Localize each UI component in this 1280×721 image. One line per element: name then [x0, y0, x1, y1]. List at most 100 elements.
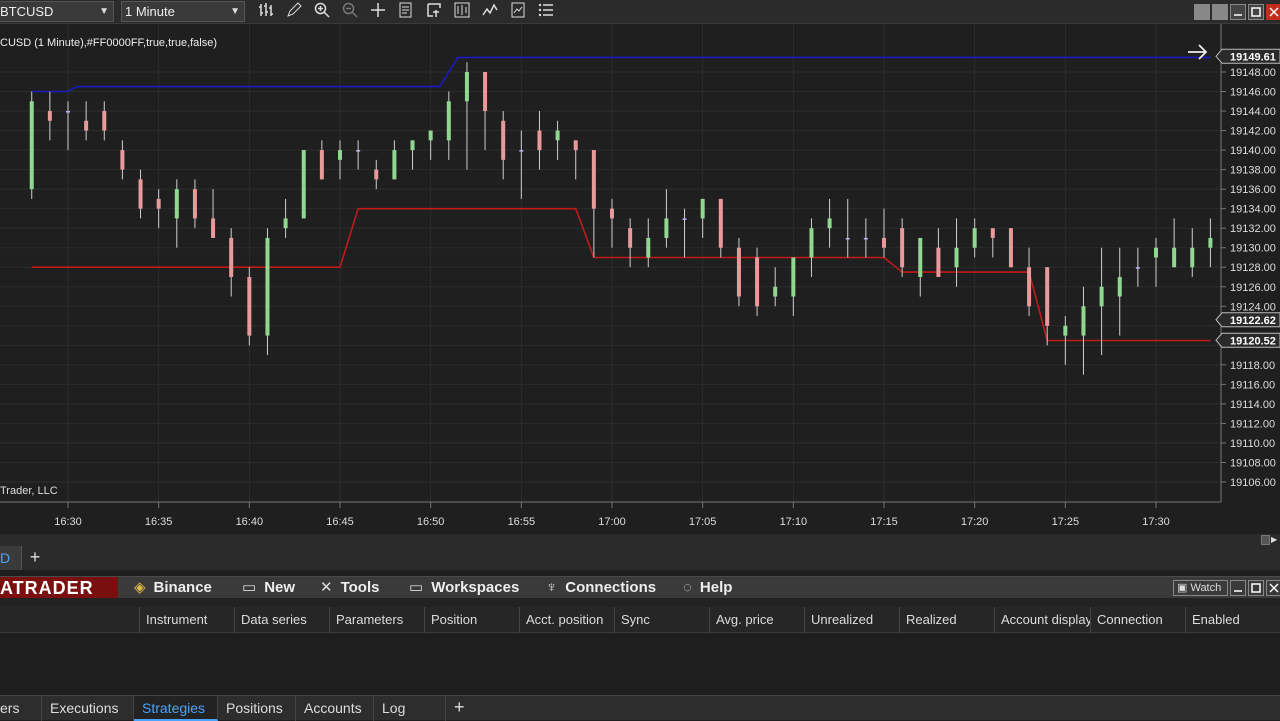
tile-window-icon[interactable] [1194, 4, 1210, 20]
instrument-selector[interactable]: BTCUSD ▼ [0, 1, 114, 22]
price-tick-label: 19136.00 [1230, 184, 1276, 196]
cc-minimize-icon[interactable] [1230, 580, 1246, 596]
col-position[interactable]: Position [424, 607, 519, 633]
copyright-label: Trader, LLC [0, 485, 58, 497]
candle-body [809, 228, 814, 258]
zoom-in-icon[interactable] [311, 2, 333, 22]
scroll-right-icon[interactable]: ▶ [1271, 535, 1279, 545]
candle-body [301, 150, 306, 219]
chart-canvas[interactable]: 19148.00 19146.00 19144.00 19142.00 19140.00… [0, 24, 1280, 536]
crosshair-icon[interactable] [367, 2, 389, 22]
menu-connections-label: Connections [565, 579, 657, 596]
time-axis: 16:30 16:35 16:40 16:45 16:50 16:55 17:00 17:05… [54, 502, 1170, 528]
close-icon[interactable] [1266, 4, 1280, 20]
candle-body [700, 198, 705, 219]
menu-workspaces[interactable]: ▭ Workspaces [409, 577, 519, 599]
add-tab-button[interactable]: + [446, 696, 474, 721]
tab-accounts[interactable]: Accounts [296, 696, 374, 721]
price-tick-label: 19132.00 [1230, 223, 1276, 235]
menu-new[interactable]: ▭ New [242, 577, 295, 599]
col-instrument[interactable]: Instrument [139, 607, 234, 633]
strategies-icon[interactable] [479, 2, 501, 22]
tab-executions[interactable]: Executions [42, 696, 134, 721]
col-parameters[interactable]: Parameters [329, 607, 424, 633]
price-tag-label: 19122.62 [1230, 315, 1276, 327]
candle-body [446, 101, 451, 141]
interval-selector[interactable]: 1 Minute ▼ [121, 1, 245, 22]
price-tick-label: 19112.00 [1230, 418, 1275, 430]
candle-body [265, 237, 270, 336]
candle-body [972, 228, 977, 248]
col-connection[interactable]: Connection [1090, 607, 1185, 633]
indicators-icon[interactable] [451, 2, 473, 22]
candle-body [555, 130, 560, 141]
candle-body [519, 150, 524, 152]
candle-body [66, 111, 70, 113]
cc-maximize-icon[interactable] [1248, 580, 1264, 596]
pencil-icon[interactable] [283, 2, 305, 22]
col-data-series[interactable]: Data series [234, 607, 329, 633]
bar-type-icon[interactable] [255, 2, 277, 22]
time-tick-label: 17:15 [870, 516, 898, 528]
menu-binance-label: Binance [153, 579, 212, 596]
col-realized[interactable]: Realized [899, 607, 994, 633]
candle [736, 237, 741, 307]
tab-log[interactable]: Log [374, 696, 446, 721]
tab-positions[interactable]: Positions [218, 696, 296, 721]
candle-body [47, 111, 52, 121]
candle-body [610, 208, 614, 219]
zoom-out-icon[interactable] [339, 2, 361, 22]
price-tick-label: 19110.00 [1230, 438, 1275, 450]
menu-tools-label: Tools [340, 579, 380, 596]
candle-body [283, 218, 288, 229]
watch-label: Watch [1190, 582, 1222, 594]
time-tick-label: 17:20 [961, 516, 989, 528]
candle-body [990, 228, 995, 238]
indicator-label: CUSD (1 Minute),#FF0000FF,true,true,fals… [0, 37, 217, 49]
chart-tab-bar: D + [0, 546, 1280, 570]
strategies-grid-body[interactable] [0, 633, 1280, 695]
candle-body [863, 237, 868, 240]
chevron-down-icon: ▼ [230, 6, 240, 17]
cc-close-icon[interactable] [1266, 580, 1280, 596]
candle-body [229, 237, 234, 277]
col-account-display[interactable]: Account display [994, 607, 1090, 633]
menu-help[interactable]: ◌ Help [683, 577, 732, 599]
properties-icon[interactable] [423, 2, 445, 22]
candle-body [247, 277, 252, 336]
price-tag-label: 19149.61 [1230, 51, 1276, 63]
chart-scrollbar[interactable]: ▶ [0, 534, 1280, 546]
tab-chart[interactable]: D [0, 546, 22, 570]
time-tick-label: 16:30 [54, 516, 82, 528]
price-tag-label: 19120.52 [1230, 335, 1276, 347]
minimize-icon[interactable] [1230, 4, 1246, 20]
chart-trader-icon[interactable] [507, 2, 529, 22]
menu-connections[interactable]: ♆ Connections [546, 577, 656, 599]
price-chart[interactable]: 19148.00 19146.00 19144.00 19142.00 19140.00… [0, 24, 1280, 536]
col-sync[interactable]: Sync [614, 607, 709, 633]
candle-body [827, 218, 832, 229]
list-icon[interactable] [535, 2, 557, 22]
add-tab-button[interactable]: + [24, 546, 46, 570]
price-tick-label: 19146.00 [1230, 87, 1276, 99]
candle-body [392, 150, 397, 180]
candle-body [102, 111, 107, 131]
data-box-icon[interactable] [395, 2, 417, 22]
menu-tools[interactable]: ✕ Tools [320, 577, 379, 599]
col-avg-price[interactable]: Avg. price [709, 607, 804, 633]
time-tick-label: 16:45 [326, 516, 354, 528]
maximize-icon[interactable] [1248, 4, 1264, 20]
price-tick-label: 19142.00 [1230, 126, 1276, 138]
float-window-icon[interactable] [1212, 4, 1228, 20]
col-enabled[interactable]: Enabled [1185, 607, 1280, 633]
watch-button[interactable]: ▣ Watch [1173, 580, 1228, 596]
tab-strategies[interactable]: Strategies [134, 696, 218, 721]
col-unrealized[interactable]: Unrealized [804, 607, 899, 633]
col-acct-position[interactable]: Acct. position ▼ [519, 607, 614, 652]
tab-orders[interactable]: ers [0, 696, 42, 721]
candle-body [29, 101, 34, 190]
candle-body [156, 198, 161, 209]
candle-body [410, 140, 415, 151]
scrollbar-thumb[interactable] [1261, 535, 1270, 545]
menu-binance[interactable]: ◈ Binance [134, 577, 212, 599]
